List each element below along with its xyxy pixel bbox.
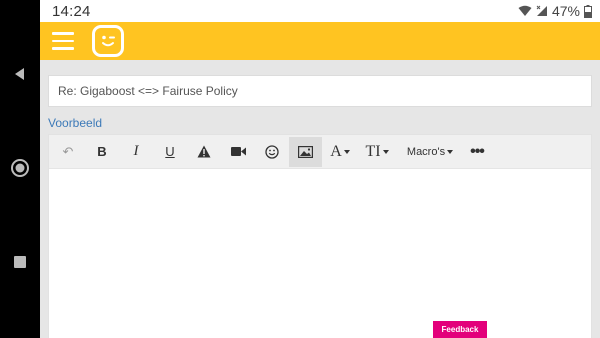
italic-icon: I — [133, 143, 139, 159]
macros-label: Macro's — [406, 145, 446, 158]
app-header — [40, 22, 600, 60]
video-camera-icon — [230, 147, 246, 156]
logo-face — [102, 35, 115, 47]
bold-button[interactable]: B — [85, 137, 119, 167]
back-icon — [15, 68, 24, 80]
recents-button[interactable] — [0, 242, 40, 282]
smiley-icon — [265, 144, 279, 159]
warning-icon — [197, 145, 211, 158]
font-color-button[interactable]: A — [322, 137, 358, 167]
battery-percentage: 47% — [551, 3, 580, 19]
chevron-down-icon — [343, 149, 350, 154]
chevron-down-icon — [382, 149, 389, 154]
battery-icon — [584, 4, 592, 18]
hamburger-line — [52, 39, 74, 43]
macros-dropdown[interactable]: Macro's — [400, 137, 460, 167]
message-editor[interactable]: ↶ B I U A TI Macro's ••• — [48, 134, 592, 338]
preview-link[interactable]: Voorbeeld — [48, 116, 102, 130]
more-icon: ••• — [470, 142, 485, 160]
text-size-icon: TI — [365, 142, 381, 160]
undo-button[interactable]: ↶ — [51, 137, 85, 167]
more-options-button[interactable]: ••• — [460, 137, 494, 167]
bold-icon: B — [97, 144, 107, 159]
font-icon: A — [330, 142, 342, 160]
undo-icon: ↶ — [62, 143, 74, 159]
editor-toolbar: ↶ B I U A TI Macro's ••• — [49, 135, 591, 169]
wifi-icon — [518, 5, 532, 16]
app-screen: 14:24 47% Re: Gigaboost <=> Fairuse Poli… — [40, 0, 600, 338]
feedback-button[interactable]: Feedback — [433, 321, 487, 338]
status-icons: 47% — [518, 3, 592, 19]
insert-video-button[interactable] — [221, 137, 255, 167]
spoiler-button[interactable] — [187, 137, 221, 167]
image-icon — [298, 145, 313, 158]
underline-button[interactable]: U — [153, 137, 187, 167]
signal-icon — [536, 5, 547, 16]
back-button[interactable] — [0, 54, 40, 94]
font-size-button[interactable]: TI — [358, 137, 396, 167]
chevron-down-icon — [447, 149, 454, 154]
italic-button[interactable]: I — [119, 137, 153, 167]
hamburger-line — [52, 47, 74, 50]
hamburger-menu-icon — [52, 32, 74, 35]
emoji-button[interactable] — [255, 137, 289, 167]
menu-button[interactable] — [42, 22, 84, 60]
android-navigation-bar — [0, 0, 40, 338]
underline-icon: U — [165, 144, 175, 159]
insert-image-button[interactable] — [289, 136, 322, 167]
subject-field[interactable]: Re: Gigaboost <=> Fairuse Policy — [48, 75, 592, 107]
status-time: 14:24 — [52, 2, 91, 20]
home-button[interactable] — [0, 148, 40, 188]
home-icon — [11, 159, 29, 177]
status-bar: 14:24 47% — [40, 0, 600, 22]
recents-icon — [14, 256, 26, 268]
telenet-logo-icon[interactable] — [92, 25, 124, 57]
